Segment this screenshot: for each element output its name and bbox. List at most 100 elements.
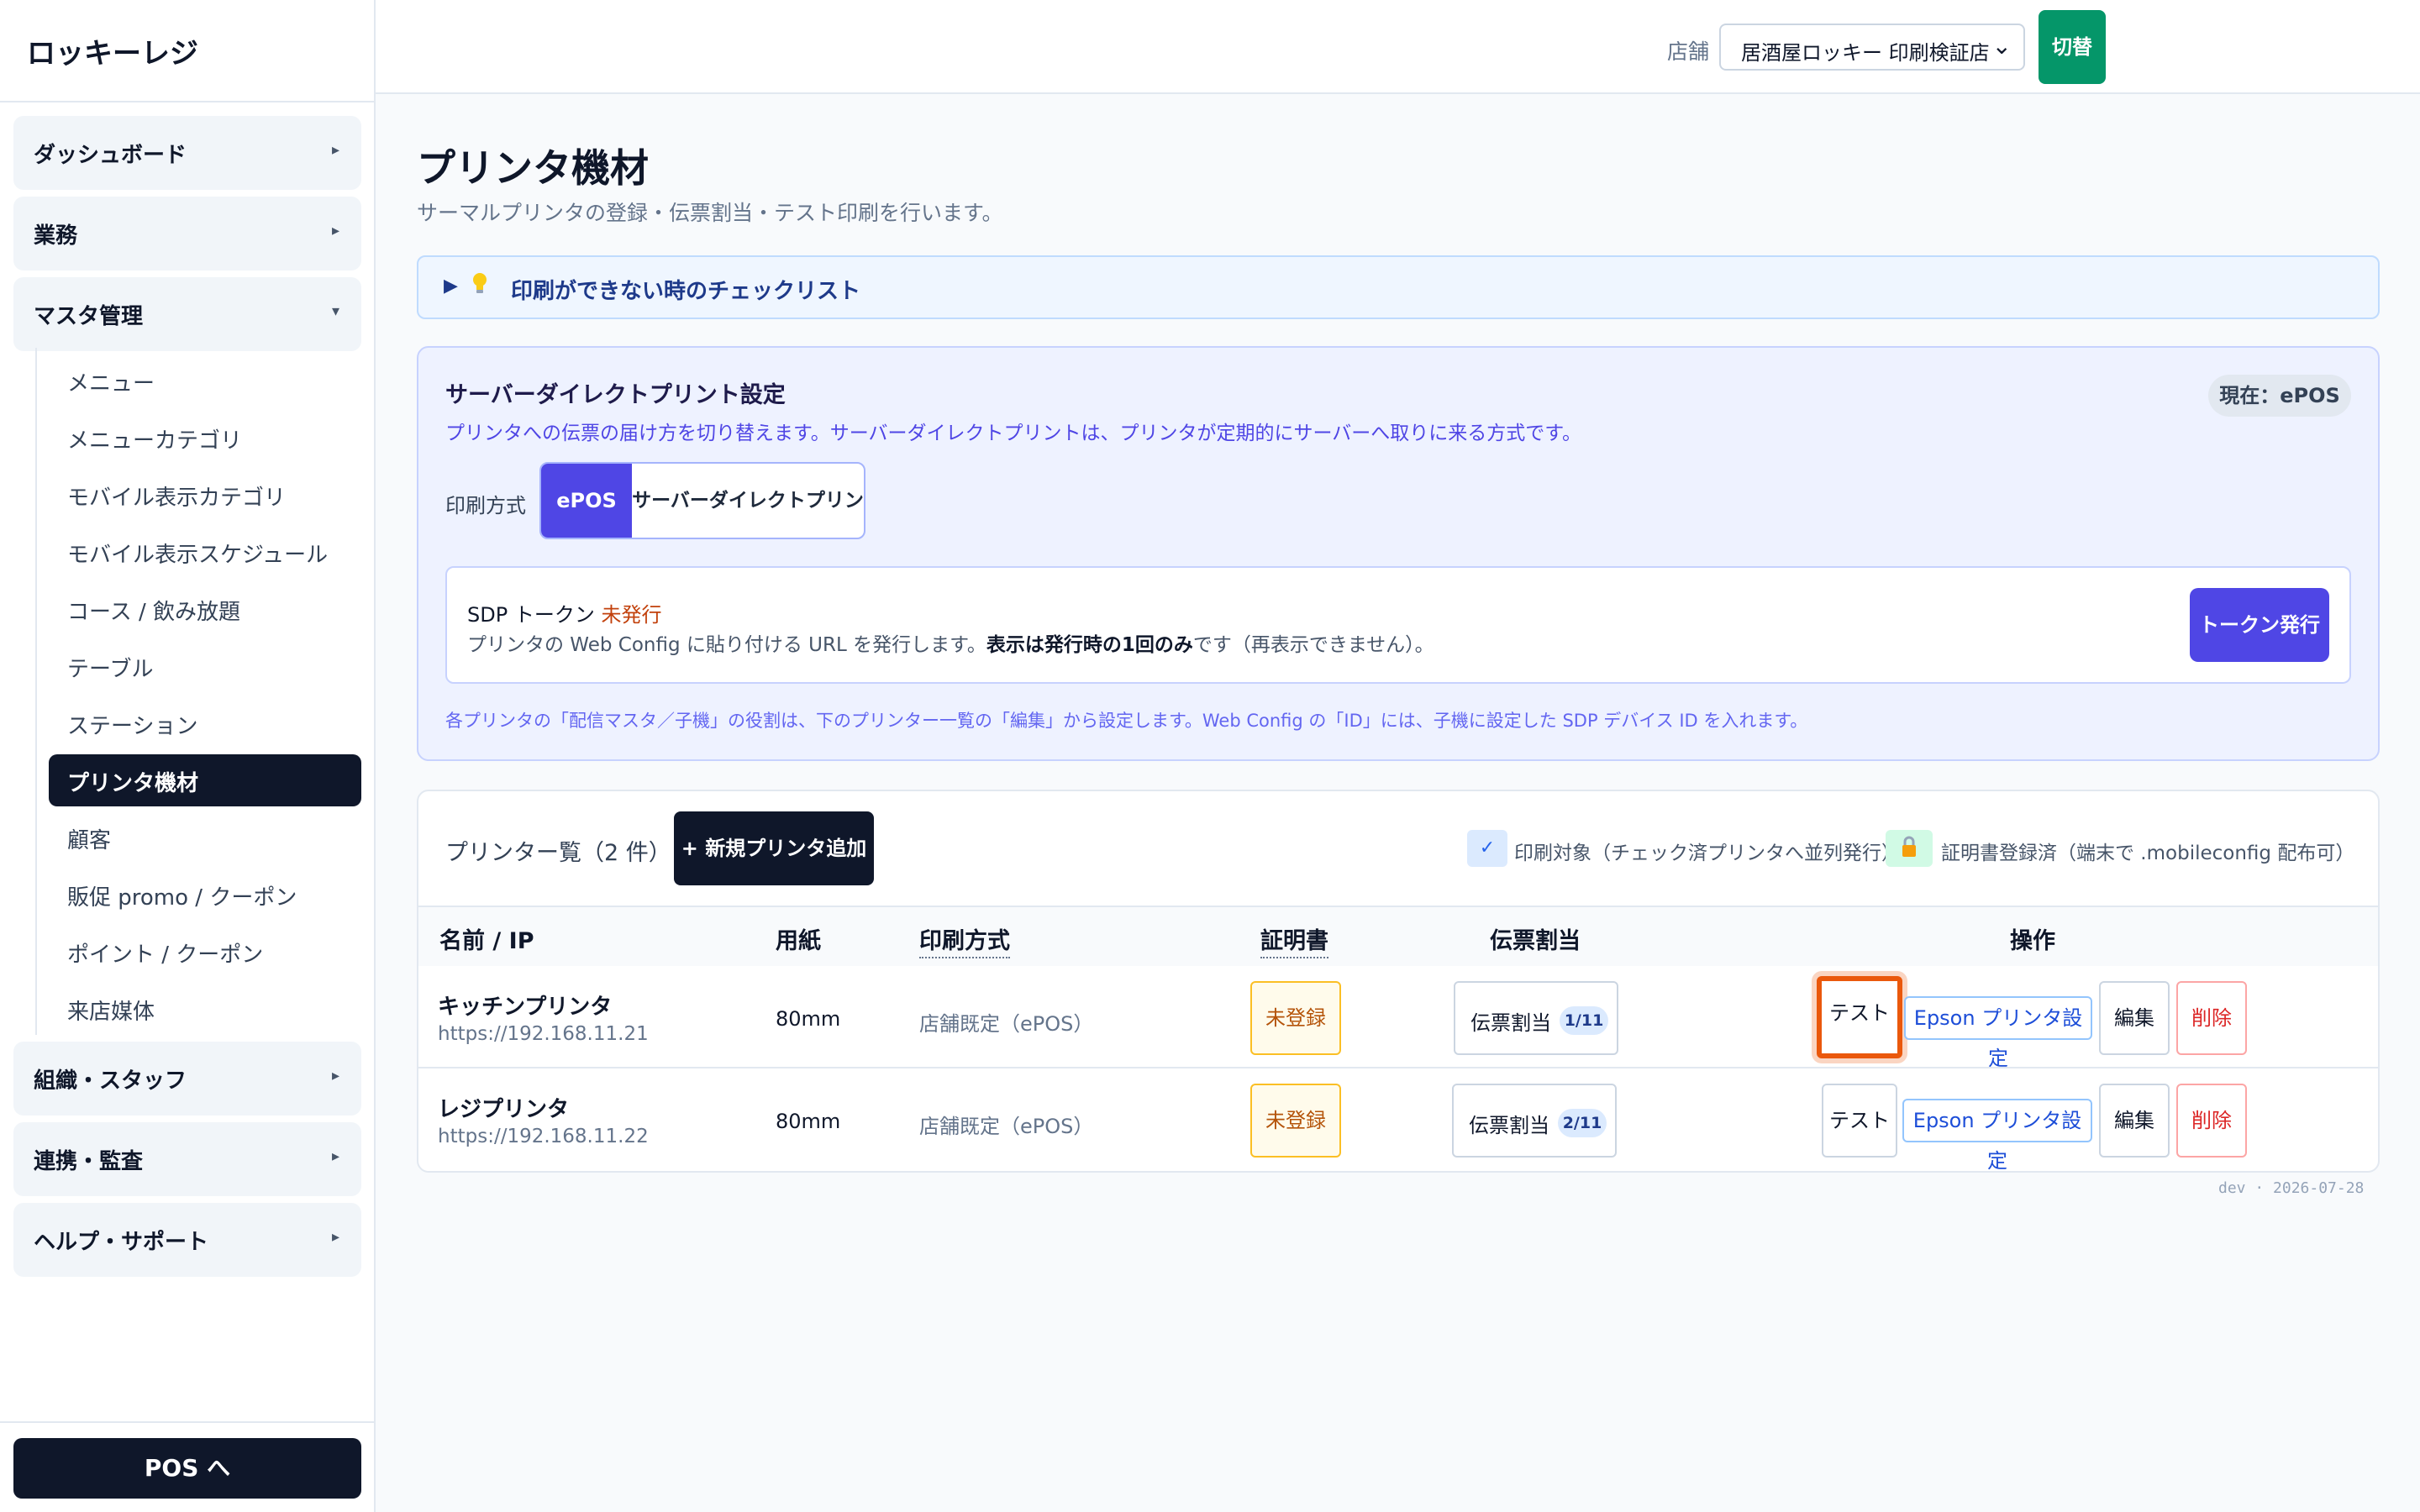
nav-group-integration[interactable]: 連携・監査 ▸ — [13, 1122, 361, 1196]
edit-button[interactable]: 編集 — [2099, 1084, 2170, 1158]
sidebar-item-mobile-category[interactable]: モバイル表示カテゴリ — [49, 469, 361, 521]
page-title: プリンタ機材 — [417, 145, 649, 191]
check-icon: ✓ — [1467, 830, 1507, 867]
column-header-assign: 伝票割当 — [1490, 928, 1581, 954]
epson-settings-button[interactable]: Epson プリンタ設定 — [1904, 996, 2092, 1070]
legend-print-target: 印刷対象（チェック済プリンタへ並列発行） — [1514, 843, 1901, 864]
add-printer-button[interactable]: + 新規プリンタ追加 — [674, 811, 874, 885]
sidebar-item-mobile-schedule[interactable]: モバイル表示スケジュール — [49, 526, 361, 578]
sidebar-item-table[interactable]: テーブル — [49, 640, 361, 692]
paper-size: 80mm — [776, 1110, 841, 1133]
print-method: 店舗既定（ePOS） — [919, 1115, 1094, 1138]
troubleshoot-checklist-toggle[interactable]: ▶ 印刷ができない時のチェックリスト — [417, 255, 2380, 319]
slip-assign-button[interactable]: 伝票割当 1/11 — [1454, 981, 1618, 1055]
epson-settings-button[interactable]: Epson プリンタ設定 — [1902, 1099, 2092, 1173]
slip-assign-count: 2/11 — [1558, 1109, 1607, 1137]
nav-group-label: 連携・監査 — [34, 1149, 144, 1174]
lock-icon — [1886, 830, 1933, 867]
slip-assign-button[interactable]: 伝票割当 2/11 — [1452, 1084, 1617, 1158]
sidebar-item-label: ステーション — [67, 714, 198, 739]
sidebar-item-menu-category[interactable]: メニューカテゴリ — [49, 412, 361, 464]
sdp-token-box — [445, 566, 2351, 684]
test-print-button[interactable]: テスト — [1817, 976, 1902, 1058]
chevron-down-icon: ⌄ — [1991, 32, 2012, 60]
expand-arrow-icon: ▶ — [444, 276, 458, 297]
token-title: SDP トークン 未発行 — [467, 598, 661, 627]
lightbulb-icon — [473, 273, 487, 293]
nav-group-master[interactable]: マスタ管理 ▾ — [13, 277, 361, 351]
divider — [0, 1421, 374, 1423]
mode-option-epos[interactable]: ePOS — [541, 464, 632, 538]
divider — [0, 101, 374, 102]
column-header-method: 印刷方式 — [919, 922, 1010, 958]
column-header-paper: 用紙 — [776, 928, 821, 954]
table-header — [418, 906, 2378, 966]
printer-name: レジプリンタ — [438, 1097, 570, 1122]
brand-logo: ロッキーレジ — [27, 37, 198, 71]
delete-button[interactable]: 削除 — [2176, 981, 2247, 1055]
sidebar-item-label: メニューカテゴリ — [67, 428, 243, 454]
sidebar-item-course[interactable]: コース / 飲み放題 — [49, 583, 361, 635]
sidebar-item-label: モバイル表示カテゴリ — [67, 486, 287, 511]
paper-size: 80mm — [776, 1007, 841, 1031]
sidebar-item-label: 顧客 — [67, 828, 112, 853]
sdp-title: サーバーダイレクトプリント設定 — [445, 382, 786, 408]
sdp-note: 各プリンタの「配信マスタ／子機」の役割は、下のプリンター一覧の「編集」から設定し… — [445, 711, 1808, 731]
sidebar-item-station[interactable]: ステーション — [49, 697, 361, 749]
token-title-label: SDP トークン — [467, 603, 595, 627]
env-version-tag: dev · 2026-07-28 — [2218, 1179, 2365, 1197]
issue-token-button[interactable]: トークン発行 — [2190, 588, 2329, 662]
switch-store-button[interactable]: 切替 — [2039, 10, 2106, 84]
print-mode-toggle: ePOS サーバーダイレクトプリント — [539, 462, 865, 539]
sidebar-item-promo[interactable]: 販促 promo / クーポン — [49, 869, 361, 921]
printer-ip: https://192.168.11.22 — [438, 1126, 649, 1147]
nav-group-label: 組織・スタッフ — [34, 1068, 187, 1094]
chevron-right-icon: ▸ — [331, 1228, 339, 1246]
row-divider — [418, 1067, 2378, 1068]
cert-status-button[interactable]: 未登録 — [1250, 981, 1341, 1055]
sidebar-item-points[interactable]: ポイント / クーポン — [49, 926, 361, 978]
sidebar-item-customer[interactable]: 顧客 — [49, 811, 361, 864]
slip-assign-count: 1/11 — [1560, 1006, 1608, 1035]
nav-group-operations[interactable]: 業務 ▸ — [13, 197, 361, 270]
sidebar-item-label: モバイル表示スケジュール — [67, 543, 329, 568]
token-desc-text: プリンタの Web Config に貼り付ける URL を発行します。 — [467, 634, 986, 656]
chevron-right-icon: ▸ — [331, 1067, 339, 1084]
store-select-value: 居酒屋ロッキー 印刷検証店 — [1741, 41, 1990, 65]
slip-assign-label: 伝票割当 — [1469, 1114, 1549, 1137]
sidebar-item-menu[interactable]: メニュー — [49, 354, 361, 407]
sidebar-item-visit-media[interactable]: 来店媒体 — [49, 983, 361, 1035]
chevron-down-icon: ▾ — [331, 302, 339, 320]
sidebar-item-printer[interactable]: プリンタ機材 — [49, 754, 361, 806]
current-mode-badge: 現在：ePOS — [2208, 375, 2351, 417]
sidebar-item-label: コース / 飲み放題 — [67, 600, 240, 625]
sidebar-item-label: 来店媒体 — [67, 1000, 155, 1025]
token-status: 未発行 — [601, 603, 662, 627]
token-desc-text: です（再表示できません）。 — [1192, 634, 1434, 656]
mode-option-sdp[interactable]: サーバーダイレクトプリント — [632, 464, 864, 538]
column-header-cert: 証明書 — [1260, 922, 1328, 958]
sdp-description: プリンタへの伝票の届け方を切り替えます。サーバーダイレクトプリントは、プリンタが… — [445, 423, 1581, 444]
slip-assign-label: 伝票割当 — [1470, 1011, 1551, 1035]
nav-group-help[interactable]: ヘルプ・サポート ▸ — [13, 1203, 361, 1277]
store-select[interactable]: 居酒屋ロッキー 印刷検証店 ⌄ — [1719, 24, 2025, 71]
printer-name: キッチンプリンタ — [438, 995, 613, 1020]
topbar — [376, 0, 2420, 94]
sidebar-item-label: ポイント / クーポン — [67, 942, 264, 968]
chevron-right-icon: ▸ — [331, 222, 339, 239]
column-header-name: 名前 / IP — [439, 928, 534, 954]
edit-button[interactable]: 編集 — [2099, 981, 2170, 1055]
test-print-button[interactable]: テスト — [1822, 1084, 1897, 1158]
print-mode-label: 印刷方式 — [445, 494, 526, 517]
nav-group-label: 業務 — [34, 223, 78, 249]
token-description: プリンタの Web Config に貼り付ける URL を発行します。表示は発行… — [467, 628, 1434, 657]
cert-status-button[interactable]: 未登録 — [1250, 1084, 1341, 1158]
sidebar-item-label: プリンタ機材 — [67, 771, 199, 796]
token-desc-emphasis: 表示は発行時の1回のみ — [986, 634, 1193, 656]
delete-button[interactable]: 削除 — [2176, 1084, 2247, 1158]
pos-button[interactable]: POS へ — [13, 1438, 361, 1499]
chevron-right-icon: ▸ — [331, 1147, 339, 1165]
nav-group-organization[interactable]: 組織・スタッフ ▸ — [13, 1042, 361, 1116]
nav-group-dashboard[interactable]: ダッシュボード ▸ — [13, 116, 361, 190]
sidebar-item-label: テーブル — [67, 657, 154, 682]
